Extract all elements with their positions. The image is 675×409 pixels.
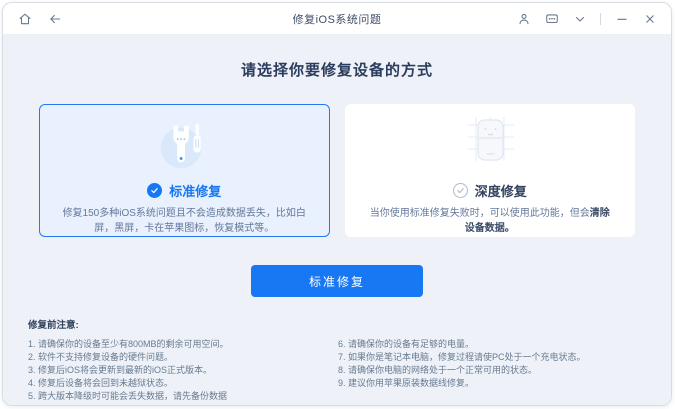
selected-check-icon xyxy=(147,183,163,198)
note-item: 2. 软件不支持修复设备的硬件问题。 xyxy=(28,352,174,362)
note-item: 5. 跨大版本降级时可能会丢失数据，请先备份数据 xyxy=(28,391,228,401)
title-bar: 修复iOS系统问题 xyxy=(3,3,671,35)
note-item: 7. 如果你是笔记本电脑，修复过程请使PC处于一个充电状态。 xyxy=(338,352,586,362)
account-icon[interactable] xyxy=(516,11,531,26)
note-item: 8. 请确保你电脑的网络处于一个正常可用的状态。 xyxy=(338,365,538,375)
chevron-down-icon[interactable] xyxy=(572,11,587,26)
device-icon xyxy=(454,113,526,173)
card-deep-description-prefix: 当你使用标准修复失败时，可以使用此功能，但会 xyxy=(369,208,590,219)
feedback-icon[interactable] xyxy=(544,11,559,26)
page-title: 请选择你要修复设备的方式 xyxy=(240,62,433,79)
titlebar-separator xyxy=(600,12,601,25)
note-item: 9. 建议你用苹果原装数据线修复。 xyxy=(338,378,475,388)
minimize-icon[interactable] xyxy=(614,11,629,26)
home-icon[interactable] xyxy=(17,11,32,26)
card-deep-label: 深度修复 xyxy=(474,184,527,199)
wrench-screwdriver-icon xyxy=(155,113,213,173)
back-arrow-icon[interactable] xyxy=(47,11,62,26)
notes-column-left: 1. 请确保你的设备至少有800MB的剩余可用空间。 2. 软件不支持修复设备的… xyxy=(28,338,338,403)
repair-mode-cards: 标准修复 修复150多种iOS系统问题且不会造成数据丢失，比如白屏，黑屏，卡在苹… xyxy=(39,104,635,237)
card-deep-description: 当你使用标准修复失败时，可以使用此功能，但会清除设备数据。 xyxy=(346,207,635,236)
pre-repair-notes: 修复前注意: 1. 请确保你的设备至少有800MB的剩余可用空间。 2. 软件不… xyxy=(28,317,646,403)
note-item: 1. 请确保你的设备至少有800MB的剩余可用空间。 xyxy=(28,339,229,349)
note-item: 4. 修复后设备将会回到未越狱状态。 xyxy=(28,378,174,388)
note-item: 3. 修复后iOS将会更新到最新的iOS正式版本。 xyxy=(28,365,213,375)
main-content: 请选择你要修复设备的方式 标准修复 修复150多种iOS系统问题且不会造成数据丢… xyxy=(3,35,671,405)
notes-title: 修复前注意: xyxy=(28,320,79,331)
card-standard-description: 修复150多种iOS系统问题且不会造成数据丢失，比如白屏，黑屏，卡在苹果图标，恢… xyxy=(62,208,306,234)
app-window: 修复iOS系统问题 请选择你要修复设备的方式 标准修复 修复150多种iOS系统… xyxy=(2,2,672,406)
card-deep-repair[interactable]: 深度修复 当你使用标准修复失败时，可以使用此功能，但会清除设备数据。 xyxy=(344,104,635,237)
note-item: 6. 请确保你的设备有足够的电量。 xyxy=(338,339,475,349)
standard-repair-button[interactable]: 标准修复 xyxy=(251,265,423,297)
card-standard-repair[interactable]: 标准修复 修复150多种iOS系统问题且不会造成数据丢失，比如白屏，黑屏，卡在苹… xyxy=(39,104,330,237)
unselected-check-icon xyxy=(452,183,468,198)
close-icon[interactable] xyxy=(642,11,657,26)
notes-column-right: 6. 请确保你的设备有足够的电量。 7. 如果你是笔记本电脑，修复过程请使PC处… xyxy=(338,338,646,403)
card-standard-label: 标准修复 xyxy=(169,184,222,199)
